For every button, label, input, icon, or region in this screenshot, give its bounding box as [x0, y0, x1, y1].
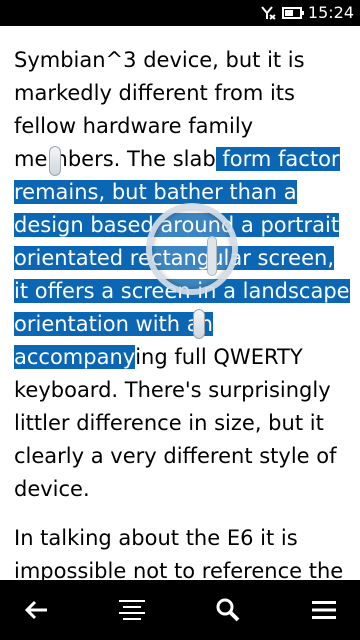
document-view[interactable]: Symbian^3 device, but it is markedly dif…: [14, 44, 350, 580]
paragraph-2[interactable]: In talking about the E6 it is impossible…: [14, 522, 350, 580]
selection-end-handle[interactable]: [193, 309, 205, 339]
menu-icon[interactable]: [302, 588, 346, 632]
battery-fill: [284, 10, 294, 16]
magnifier-cursor: [207, 236, 217, 276]
magnifier-lens: [146, 203, 238, 295]
bottom-toolbar: [0, 580, 360, 640]
selection-start-handle[interactable]: [49, 146, 61, 176]
clock: 15:24: [307, 3, 354, 22]
battery-icon: [281, 7, 304, 19]
no-signal-icon: [260, 6, 276, 20]
back-arrow-icon[interactable]: [14, 588, 58, 632]
text-align-icon[interactable]: [110, 588, 154, 632]
status-bar: 15:24: [0, 0, 360, 26]
search-icon[interactable]: [206, 588, 250, 632]
